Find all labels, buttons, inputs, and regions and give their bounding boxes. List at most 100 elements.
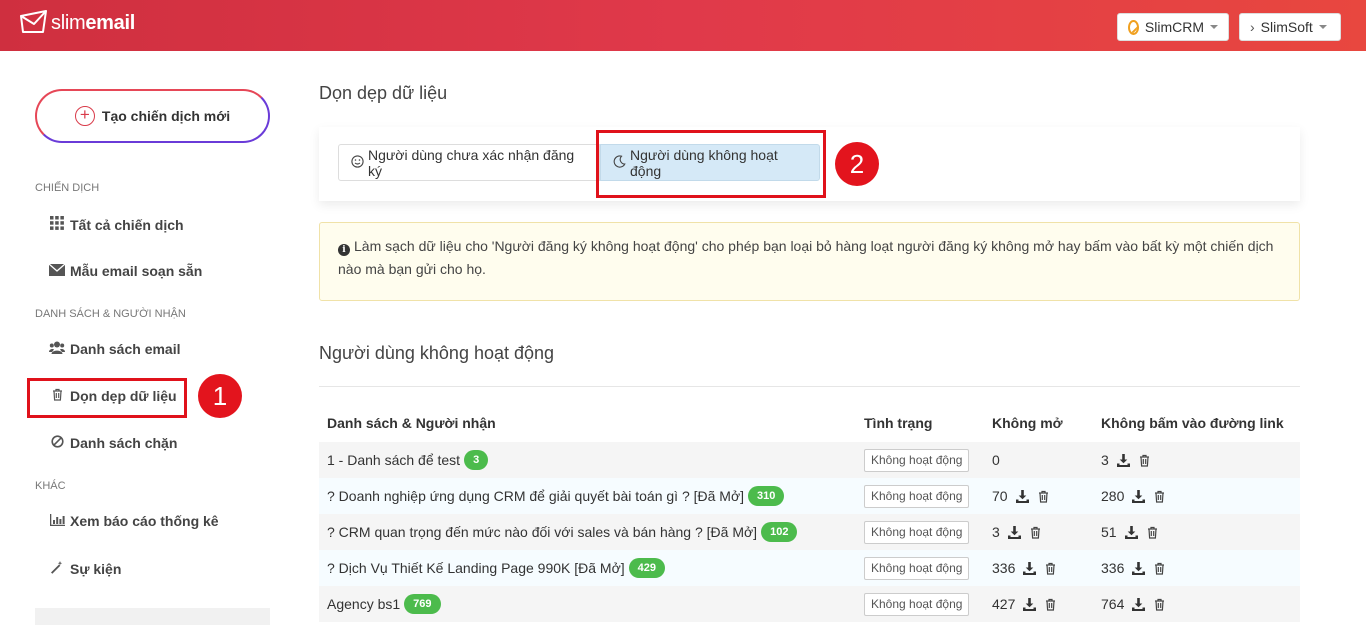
envelope-logo-icon [20,10,47,33]
page-title: Dọn dẹp dữ liệu [319,83,448,103]
create-campaign-label: Tạo chiến dịch mới [101,108,231,124]
magic-wand-icon [49,560,65,577]
download-icon[interactable] [1132,489,1146,503]
list-name[interactable]: Agency bs1 [327,596,400,612]
sidebar-item-email-templates[interactable]: Mẫu email soạn sẵn [48,263,203,279]
status-cell: Không hoạt động [864,478,970,514]
list-name[interactable]: ? CRM quan trọng đến mức nào đối với sal… [327,524,757,540]
column-header-not-opened: Không mở [992,415,1063,431]
list-name-cell: ? CRM quan trọng đến mức nào đối với sal… [327,514,798,550]
annotation-badge-1: 1 [198,374,242,418]
sidebar-item-label: Danh sách chặn [70,435,178,451]
download-icon[interactable] [1007,525,1021,539]
not-clicked-cell: 51 [1101,514,1159,550]
status-badge: Không hoạt động [864,592,970,616]
top-navbar: slimemail SlimCRM › SlimSoft [0,0,1366,51]
not-opened-count: 0 [992,452,1000,468]
download-icon[interactable] [1132,561,1146,575]
not-opened-cell: 427 [992,586,1057,622]
download-icon[interactable] [1023,561,1037,575]
list-name[interactable]: ? Dịch Vụ Thiết Kế Landing Page 990K [Đã… [327,560,625,576]
tab-unconfirmed-users[interactable]: Người dùng chưa xác nhận đăng ký [338,144,600,181]
slimsoft-label: SlimSoft [1260,19,1313,35]
status-badge: Không hoạt động [864,520,970,544]
table-row: 1 - Danh sách để test 3 Không hoạt động 0 3 [319,442,1300,478]
trash-icon[interactable] [1044,562,1057,575]
list-name-cell: Agency bs1 769 [327,586,441,622]
trash-icon[interactable] [1153,490,1166,503]
list-name[interactable]: ? Doanh nghiệp ứng dụng CRM để giải quyế… [327,488,744,504]
chevron-down-icon [1210,25,1218,29]
subscriber-count-badge: 310 [748,486,785,506]
sidebar-item-label: Mẫu email soạn sẵn [70,263,203,279]
trash-icon[interactable] [1037,490,1050,503]
not-clicked-cell: 3 [1101,442,1151,478]
not-clicked-cell: 764 [1101,586,1166,622]
sidebar-item-label: Danh sách email [70,341,181,357]
not-opened-count: 3 [992,524,1000,540]
status-cell: Không hoạt động [864,550,970,586]
list-name[interactable]: 1 - Danh sách để test [327,452,460,468]
not-clicked-cell: 336 [1101,550,1166,586]
status-cell: Không hoạt động [864,442,970,478]
section-title: Người dùng không hoạt động [319,343,555,363]
slimsoft-dropdown[interactable]: › SlimSoft [1239,13,1341,41]
status-badge: Không hoạt động [864,448,970,472]
sidebar-bottom-panel [35,608,270,625]
ban-icon [49,435,65,451]
plus-circle-icon: + [74,106,95,126]
sidebar-item-email-lists[interactable]: Danh sách email [49,341,181,357]
highlight-box-2 [596,130,826,198]
sidebar-item-events[interactable]: Sự kiện [49,560,121,577]
subscriber-count-badge: 102 [761,522,798,542]
table-row: ? Doanh nghiệp ứng dụng CRM để giải quyế… [319,478,1300,514]
info-text: Làm sạch dữ liệu cho 'Người đăng ký khôn… [338,238,1274,277]
not-clicked-count: 280 [1101,488,1125,504]
trash-icon[interactable] [1138,454,1151,467]
not-clicked-count: 336 [1101,560,1125,576]
trash-icon[interactable] [1044,598,1057,611]
section-lists-recipients: DANH SÁCH & NGƯỜI NHẬN [35,308,186,320]
subscriber-count-badge: 3 [464,450,489,470]
slimemail-logo[interactable]: slimemail [19,10,135,36]
slimcrm-dropdown[interactable]: SlimCRM [1117,13,1229,41]
subscriber-count-badge: 429 [628,558,666,578]
logo-text: slimemail [51,11,136,34]
not-opened-count: 336 [992,560,1016,576]
download-icon[interactable] [1015,489,1029,503]
info-alert: i Làm sạch dữ liệu cho 'Người đăng ký khô… [319,222,1300,301]
sidebar-item-blocklist[interactable]: Danh sách chặn [49,435,177,451]
trash-icon[interactable] [1153,598,1166,611]
annotation-badge-2: 2 [835,142,879,186]
column-header-not-clicked: Không bấm vào đường link [1101,415,1284,431]
highlight-box-1 [27,378,187,418]
download-icon[interactable] [1023,597,1037,611]
sidebar-item-label: Xem báo cáo thống kê [70,513,219,529]
bar-chart-icon [49,513,65,529]
not-opened-count: 427 [992,596,1016,612]
chevron-down-icon [1318,25,1327,29]
sidebar-item-all-campaigns[interactable]: Tất cả chiến dịch [49,216,184,233]
download-icon[interactable] [1124,525,1138,539]
sidebar-item-reports[interactable]: Xem báo cáo thống kê [49,513,219,529]
list-name-cell: 1 - Danh sách để test 3 [327,442,489,478]
trash-icon[interactable] [1029,526,1042,539]
not-opened-cell: 336 [992,550,1057,586]
trash-icon[interactable] [1146,526,1159,539]
download-icon[interactable] [1132,597,1146,611]
table-row: ? CRM quan trọng đến mức nào đối với sal… [319,514,1300,550]
users-icon [49,341,65,357]
status-cell: Không hoạt động [864,514,970,550]
download-icon[interactable] [1116,453,1130,467]
info-circle-icon: i [338,244,350,256]
create-campaign-button[interactable]: + Tạo chiến dịch mới [35,89,270,143]
status-cell: Không hoạt động [864,586,970,622]
not-opened-cell: 3 [992,514,1042,550]
section-campaign: CHIẾN DỊCH [35,182,100,194]
slimcrm-label: SlimCRM [1144,19,1204,35]
list-name-cell: ? Doanh nghiệp ứng dụng CRM để giải quyế… [327,478,785,514]
slimcrm-icon [1128,19,1139,35]
status-badge: Không hoạt động [864,484,970,508]
not-opened-cell: 0 [992,442,1000,478]
trash-icon[interactable] [1153,562,1166,575]
